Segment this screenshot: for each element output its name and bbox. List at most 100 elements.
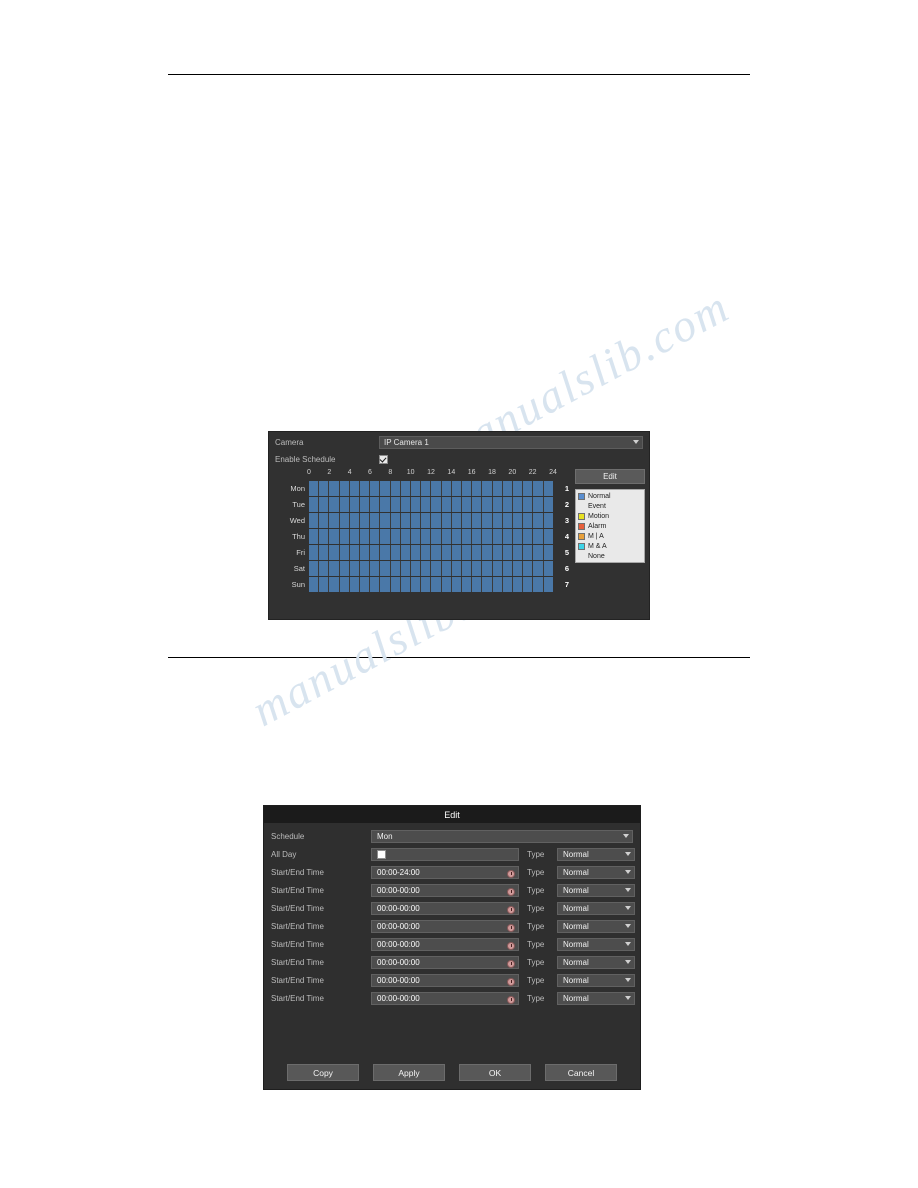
timeline-cell[interactable] — [350, 528, 361, 544]
timeline-cell[interactable] — [401, 560, 412, 576]
clock-icon[interactable] — [507, 869, 515, 878]
timeline-cell[interactable] — [360, 480, 371, 496]
start-end-time-input[interactable]: 00:00-00:00 — [371, 956, 519, 969]
timeline-cell[interactable] — [452, 528, 463, 544]
timeline-cell[interactable] — [360, 560, 371, 576]
timeline-cell[interactable] — [523, 480, 534, 496]
timeline-cell[interactable] — [482, 512, 493, 528]
timeline-cell[interactable] — [462, 560, 473, 576]
timeline-cell[interactable] — [340, 512, 350, 528]
timeline-cell[interactable] — [380, 528, 391, 544]
legend-item[interactable]: None — [578, 551, 642, 561]
timeline-cell[interactable] — [503, 576, 514, 592]
timeline-cell[interactable] — [462, 576, 473, 592]
timeline-cell[interactable] — [513, 496, 524, 512]
timeline-cell[interactable] — [370, 544, 381, 560]
timeline-cell[interactable] — [442, 576, 452, 592]
timeline-cell[interactable] — [329, 528, 340, 544]
timeline-cell[interactable] — [431, 496, 442, 512]
day-timeline[interactable] — [309, 480, 553, 496]
timeline-cell[interactable] — [370, 480, 381, 496]
timeline-cell[interactable] — [391, 576, 401, 592]
timeline-cell[interactable] — [421, 560, 432, 576]
timeline-cell[interactable] — [421, 512, 432, 528]
timeline-cell[interactable] — [452, 480, 463, 496]
timeline-cell[interactable] — [431, 512, 442, 528]
timeline-cell[interactable] — [411, 560, 422, 576]
timeline-cell[interactable] — [452, 544, 463, 560]
timeline-cell[interactable] — [544, 561, 553, 576]
timeline-cell[interactable] — [350, 512, 361, 528]
timeline-cell[interactable] — [370, 528, 381, 544]
timeline-cell[interactable] — [503, 560, 514, 576]
timeline-cell[interactable] — [421, 480, 432, 496]
timeline-cell[interactable] — [329, 560, 340, 576]
timeline-cell[interactable] — [309, 496, 320, 512]
timeline-cell[interactable] — [462, 480, 473, 496]
timeline-cell[interactable] — [319, 512, 330, 528]
start-end-time-input[interactable]: 00:00-00:00 — [371, 902, 519, 915]
timeline-cell[interactable] — [391, 528, 401, 544]
schedule-select[interactable]: Mon — [371, 830, 633, 843]
timeline-cell[interactable] — [421, 496, 432, 512]
timeline-cell[interactable] — [401, 480, 412, 496]
timeline-cell[interactable] — [513, 560, 524, 576]
timeline-cell[interactable] — [472, 544, 483, 560]
timeline-cell[interactable] — [329, 544, 340, 560]
legend-item[interactable]: Normal — [578, 491, 642, 501]
timeline-cell[interactable] — [472, 560, 483, 576]
timeline-cell[interactable] — [421, 576, 432, 592]
timeline-cell[interactable] — [340, 496, 350, 512]
timeline-cell[interactable] — [533, 528, 544, 544]
timeline-cell[interactable] — [411, 480, 422, 496]
type-select[interactable]: Normal — [557, 866, 635, 879]
timeline-cell[interactable] — [472, 480, 483, 496]
timeline-cell[interactable] — [544, 481, 553, 496]
timeline-cell[interactable] — [544, 513, 553, 528]
timeline-cell[interactable] — [544, 497, 553, 512]
cancel-button[interactable]: Cancel — [545, 1064, 617, 1081]
timeline-cell[interactable] — [452, 560, 463, 576]
timeline-cell[interactable] — [462, 544, 473, 560]
start-end-time-input[interactable]: 00:00-00:00 — [371, 920, 519, 933]
timeline-cell[interactable] — [431, 528, 442, 544]
timeline-cell[interactable] — [493, 496, 503, 512]
timeline-cell[interactable] — [380, 496, 391, 512]
timeline-cell[interactable] — [482, 544, 493, 560]
timeline-cell[interactable] — [513, 480, 524, 496]
timeline-cell[interactable] — [391, 544, 401, 560]
timeline-cell[interactable] — [513, 576, 524, 592]
timeline-cell[interactable] — [411, 576, 422, 592]
timeline-cell[interactable] — [431, 480, 442, 496]
timeline-cell[interactable] — [391, 560, 401, 576]
timeline-cell[interactable] — [380, 480, 391, 496]
clock-icon[interactable] — [507, 977, 515, 986]
timeline-cell[interactable] — [523, 496, 534, 512]
type-select[interactable]: Normal — [557, 884, 635, 897]
timeline-cell[interactable] — [360, 576, 371, 592]
timeline-cell[interactable] — [523, 576, 534, 592]
timeline-cell[interactable] — [442, 512, 452, 528]
type-select[interactable]: Normal — [557, 938, 635, 951]
timeline-cell[interactable] — [462, 528, 473, 544]
timeline-cell[interactable] — [452, 512, 463, 528]
timeline-cell[interactable] — [329, 576, 340, 592]
timeline-cell[interactable] — [442, 528, 452, 544]
timeline-cell[interactable] — [319, 480, 330, 496]
timeline-cell[interactable] — [391, 512, 401, 528]
legend-item[interactable]: Event — [578, 501, 642, 511]
timeline-cell[interactable] — [391, 496, 401, 512]
timeline-cell[interactable] — [462, 496, 473, 512]
timeline-cell[interactable] — [319, 528, 330, 544]
timeline-cell[interactable] — [319, 560, 330, 576]
timeline-cell[interactable] — [370, 496, 381, 512]
day-timeline[interactable] — [309, 560, 553, 576]
timeline-cell[interactable] — [411, 496, 422, 512]
timeline-cell[interactable] — [452, 576, 463, 592]
timeline-cell[interactable] — [411, 544, 422, 560]
type-select[interactable]: Normal — [557, 974, 635, 987]
start-end-time-input[interactable]: 00:00-00:00 — [371, 992, 519, 1005]
timeline-cell[interactable] — [319, 576, 330, 592]
timeline-cell[interactable] — [370, 512, 381, 528]
timeline-cell[interactable] — [421, 544, 432, 560]
